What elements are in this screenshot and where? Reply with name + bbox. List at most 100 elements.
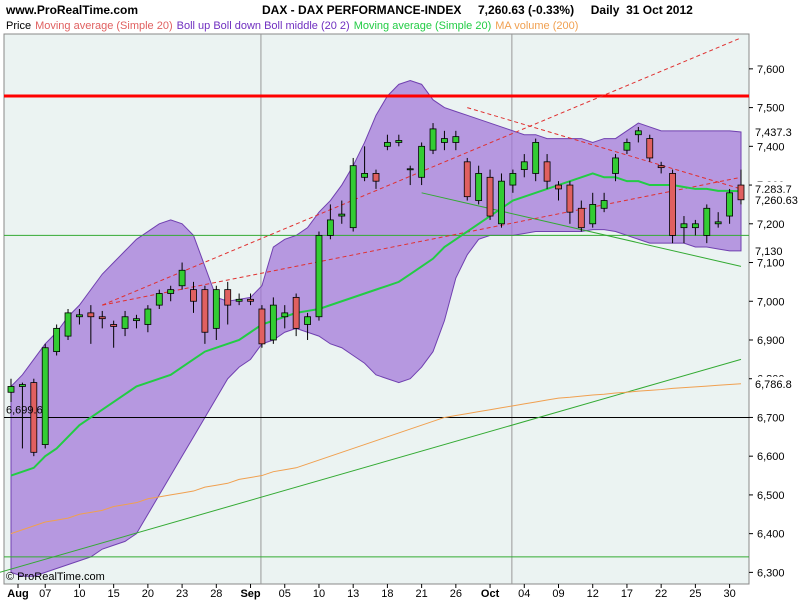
candle-up [703,207,711,236]
y-tick-label: 7,500 [757,103,785,115]
x-tick-label: 13 [347,588,359,600]
candle-up [429,128,437,151]
x-tick-label: 05 [279,588,291,600]
candle-down [87,312,95,318]
y-tick-label: 7,000 [757,296,785,308]
x-tick-label: 04 [518,588,530,600]
candle-up [64,312,72,337]
price-chart[interactable]: 6,3006,4006,5006,6006,7006,8006,9007,000… [0,0,800,600]
candle-up [418,145,426,178]
x-tick-label: 23 [176,588,188,600]
candle-up [361,173,368,178]
boll-upper-label: 7,437.3 [755,127,792,139]
candle-down [486,176,494,217]
x-tick-label: 18 [381,588,393,600]
candle-up [235,298,243,302]
candle-up [612,157,619,174]
candle-up [281,312,289,318]
candle-up [475,173,483,201]
ma200-label: 6,786.8 [755,379,792,391]
y-tick-label: 6,300 [757,567,785,579]
candle-up [315,235,323,318]
candle-up [338,213,346,217]
candle-up [349,165,357,229]
candle-down [292,296,300,329]
candle-up [680,223,688,229]
candle-down [657,165,665,169]
candle-up [269,304,277,341]
candle-up [498,180,505,225]
x-tick-label: Sep [240,588,260,600]
candle-up [509,173,517,186]
candle-down [224,289,232,306]
left-level-label: 6,699.6 [6,404,43,416]
x-tick-label: 07 [39,588,51,600]
x-tick-label: 25 [689,588,701,600]
x-tick-label: 12 [587,588,599,600]
candle-up [726,192,733,217]
candle-up [133,318,140,322]
y-tick-label: 6,700 [757,412,785,424]
candle-down [258,308,266,345]
candle-up [41,347,49,445]
candle-up [7,386,15,393]
y-tick-label: 7,100 [757,258,785,270]
candle-down [577,207,585,229]
candle-down [543,161,551,182]
x-tick-label: 20 [142,588,154,600]
y-tick-label: 7,400 [757,141,785,153]
candle-up [634,130,642,136]
candle-up [76,314,83,318]
candle-up [384,142,391,147]
candle-down [190,289,197,302]
y-tick-label: 7,600 [757,64,785,76]
candle-up [178,269,186,287]
candle-down [566,184,574,213]
x-tick-label: 30 [723,588,735,600]
x-tick-label: 10 [73,588,85,600]
x-tick-label: 22 [655,588,667,600]
candle-down [372,173,380,182]
candle-up [532,142,540,174]
candle-down [737,184,745,201]
candle-up [406,168,414,171]
candle-down [669,173,676,236]
candle-down [110,324,118,327]
candle-up [212,289,220,329]
candle-up [589,204,597,225]
candle-up [395,140,403,143]
candle-up [304,316,311,325]
candle-down [555,184,562,190]
x-tick-label: 09 [552,588,564,600]
candle-up [326,219,334,236]
y-tick-label: 7,200 [757,219,785,231]
x-tick-label: Oct [481,588,500,600]
x-tick-label: 26 [450,588,462,600]
candle-up [691,223,699,229]
x-tick-label: 10 [313,588,325,600]
candle-up [121,316,129,329]
candle-down [201,289,209,333]
chart-credit: © ProRealTime.com [6,571,105,583]
candle-up [155,293,163,306]
x-tick-label: Aug [7,588,28,600]
candle-down [463,161,471,198]
candle-down [30,382,38,453]
x-tick-label: 15 [108,588,120,600]
candle-up [714,221,722,225]
y-tick-label: 6,500 [757,490,785,502]
candle-up [623,142,631,151]
candle-up [600,200,608,209]
y-tick-label: 6,600 [757,451,785,463]
boll-lower-label: 7,130 [755,246,783,258]
y-tick-label: 6,400 [757,529,785,541]
candle-up [520,161,528,170]
x-tick-label: 21 [416,588,428,600]
candle-down [247,298,254,302]
candle-up [19,384,26,387]
candle-up [452,136,460,143]
candle-up [167,289,175,294]
candle-up [144,308,152,325]
candle-up [441,138,448,143]
last-price-label: 7,260.63 [755,195,798,207]
